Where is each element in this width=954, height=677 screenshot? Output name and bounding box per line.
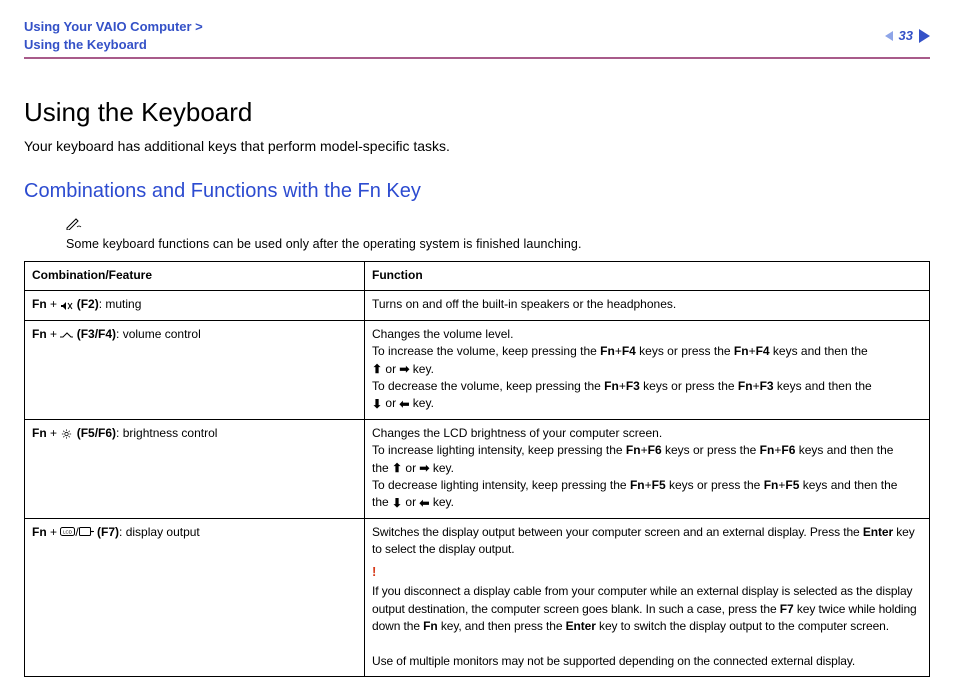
combo-cell: Fn + (F3/F4): volume control xyxy=(25,320,365,419)
fn-label: Fn xyxy=(32,327,47,341)
combo-cell: Fn + (F2): muting xyxy=(25,291,365,320)
page-nav: 33 xyxy=(885,28,930,43)
table-row: Fn + LCD/ (F7): display output Switches … xyxy=(25,518,930,677)
arrow-up-icon xyxy=(372,363,382,375)
page-number: 33 xyxy=(899,28,913,43)
intro-text: Your keyboard has additional keys that p… xyxy=(24,138,930,154)
pencil-note-icon xyxy=(66,217,82,233)
arrow-left-icon xyxy=(419,497,429,509)
table-row: Fn + (F5/F6): brightness control Changes… xyxy=(25,419,930,518)
arrow-down-icon xyxy=(392,497,402,509)
breadcrumb-line1: Using Your VAIO Computer > xyxy=(24,18,203,36)
function-cell: Changes the LCD brightness of your compu… xyxy=(365,419,930,518)
table-row: Fn + (F3/F4): volume control Changes the… xyxy=(25,320,930,419)
table-header-right: Function xyxy=(365,262,930,291)
section-heading: Combinations and Functions with the Fn K… xyxy=(24,180,930,203)
svg-text:LCD: LCD xyxy=(63,529,73,534)
fn-label: Fn xyxy=(32,297,47,311)
note-text: Some keyboard functions can be used only… xyxy=(66,237,582,251)
combo-cell: Fn + LCD/ (F7): display output xyxy=(25,518,365,677)
breadcrumb: Using Your VAIO Computer > Using the Key… xyxy=(24,18,203,53)
fn-key-table: Combination/Feature Function Fn + (F2): … xyxy=(24,261,930,677)
fn-label: Fn xyxy=(32,525,47,539)
arrow-right-icon xyxy=(419,462,429,474)
next-page-icon[interactable] xyxy=(919,29,930,43)
header-bar: Using Your VAIO Computer > Using the Key… xyxy=(24,18,930,59)
arrow-right-icon xyxy=(399,363,409,375)
function-cell: Turns on and off the built-in speakers o… xyxy=(365,291,930,320)
page-title: Using the Keyboard xyxy=(24,97,930,128)
table-header-left: Combination/Feature xyxy=(25,262,365,291)
warning-icon: ! xyxy=(372,563,922,582)
arrow-up-icon xyxy=(392,462,402,474)
external-display-icon xyxy=(79,527,94,539)
combo-cell: Fn + (F5/F6): brightness control xyxy=(25,419,365,518)
fn-label: Fn xyxy=(32,426,47,440)
function-cell: Changes the volume level. To increase th… xyxy=(365,320,930,419)
lcd-icon: LCD xyxy=(60,527,75,539)
function-cell: Switches the display output between your… xyxy=(365,518,930,677)
brightness-icon xyxy=(60,428,73,440)
arrow-down-icon xyxy=(372,398,382,410)
breadcrumb-line2: Using the Keyboard xyxy=(24,36,203,54)
mute-icon xyxy=(60,299,73,311)
arrow-left-icon xyxy=(399,398,409,410)
prev-page-icon[interactable] xyxy=(885,31,893,41)
volume-icon xyxy=(60,329,73,341)
table-row: Fn + (F2): muting Turns on and off the b… xyxy=(25,291,930,320)
note-block: Some keyboard functions can be used only… xyxy=(66,217,930,253)
